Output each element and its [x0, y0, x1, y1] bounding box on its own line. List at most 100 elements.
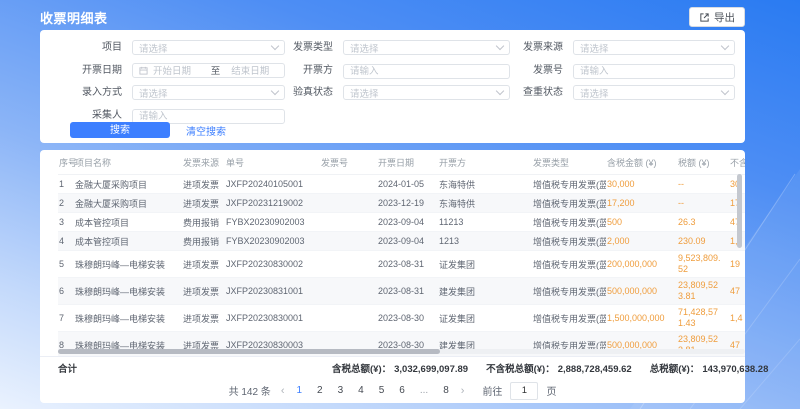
- issue-date-range-picker[interactable]: 开始日期 至 结束日期: [132, 63, 285, 78]
- pagination-page-3[interactable]: 3: [336, 385, 346, 396]
- table-row: 4成本管控项目费用报销FYBX202309020032023-09-041213…: [58, 232, 745, 251]
- page-title: 收票明细表: [40, 8, 108, 27]
- summary-totals: 含税总额(¥)：3,032,699,097.89不含税总额(¥)：2,888,7…: [332, 361, 768, 375]
- summary-item-label: 总税额(¥)：: [650, 364, 700, 375]
- pagination-prev-button[interactable]: ‹: [279, 385, 287, 397]
- entry-method-select[interactable]: 请选择: [132, 85, 285, 100]
- table-row: 3成本管控项目费用报销FYBX202309020032023-09-041121…: [58, 213, 745, 232]
- cell-invoice-type: 增值税专用发票(蓝): [532, 194, 606, 213]
- cell-tax-amount: --: [677, 175, 729, 194]
- clear-search-link[interactable]: 清空搜索: [186, 123, 226, 138]
- verify-status-select-placeholder: 请选择: [350, 86, 497, 100]
- issuer-input[interactable]: [343, 64, 510, 79]
- table-row: 6珠穆朗玛峰—电梯安装进项发票JXFP202308310012023-08-31…: [58, 278, 745, 305]
- cell-issuer: 建发集团: [438, 278, 532, 305]
- cell-invoice-no: [320, 175, 377, 194]
- pagination-next-button[interactable]: ›: [459, 385, 467, 397]
- export-button[interactable]: 导出: [689, 7, 745, 27]
- cell-invoice-type: 增值税专用发票(蓝): [532, 251, 606, 278]
- table-header-row: 序号项目名称发票来源单号发票号开票日期开票方发票类型含税金额 (¥)税额 (¥)…: [58, 150, 745, 175]
- cell-project-name: 珠穆朗玛峰—电梯安装: [74, 305, 182, 332]
- cell-amount-without-tax: 19: [729, 251, 745, 278]
- cell-issuer: 1213: [438, 232, 532, 251]
- cell-invoice-no: [320, 251, 377, 278]
- cell-tax-amount: 26.3: [677, 213, 729, 232]
- pagination-pages: 123456... 8: [294, 385, 450, 396]
- column-header: 不含税金额 (¥): [729, 150, 745, 175]
- cell-row-index: 5: [58, 251, 74, 278]
- pagination-goto-label: 前往: [482, 383, 502, 398]
- cell-invoice-no: [320, 194, 377, 213]
- pagination-ellipsis: ...: [418, 385, 430, 396]
- pagination-total-count: 共 142 条: [229, 383, 271, 398]
- table-scroll-area[interactable]: 序号项目名称发票来源单号发票号开票日期开票方发票类型含税金额 (¥)税额 (¥)…: [58, 150, 745, 356]
- cell-amount-without-tax: 1,4: [729, 305, 745, 332]
- summary-item-value: 2,888,728,459.62: [558, 364, 632, 375]
- invoice-no-input[interactable]: [573, 64, 735, 79]
- cell-invoice-source: 费用报销: [182, 232, 225, 251]
- column-header: 发票号: [320, 150, 377, 175]
- cell-tax-amount: 9,523,809.52: [677, 251, 729, 278]
- summary-item: 不含税总额(¥)：2,888,728,459.62: [486, 361, 632, 375]
- cell-invoice-no: [320, 305, 377, 332]
- cell-invoice-type: 增值税专用发票(蓝): [532, 305, 606, 332]
- pagination-page-8[interactable]: 8: [441, 385, 451, 396]
- pagination-goto-suffix: 页: [546, 383, 556, 398]
- column-header: 项目名称: [74, 150, 182, 175]
- dedup-status-select[interactable]: 请选择: [573, 85, 735, 100]
- cell-amount-with-tax: 17,200: [606, 194, 677, 213]
- filter-label-verify-status: 验真状态: [285, 85, 343, 100]
- filter-label-issue-date: 开票日期: [40, 63, 132, 78]
- chevron-down-icon: [496, 87, 504, 95]
- filter-label-issuer: 开票方: [285, 63, 343, 78]
- project-select[interactable]: 请选择: [132, 40, 285, 55]
- filter-label-collector: 采集人: [40, 108, 132, 123]
- summary-item-value: 143,970,638.28: [702, 364, 768, 375]
- search-button[interactable]: 搜索: [70, 122, 170, 138]
- cell-issue-date: 2023-12-19: [377, 194, 438, 213]
- verify-status-select[interactable]: 请选择: [343, 85, 510, 100]
- cell-invoice-source: 进项发票: [182, 278, 225, 305]
- app-background: 收票明细表 导出 项目 请选择 发票类型 请选择 发票来源 请选择: [0, 0, 800, 409]
- column-header: 单号: [225, 150, 320, 175]
- column-header: 含税金额 (¥): [606, 150, 677, 175]
- cell-order-no: FYBX20230902003: [225, 213, 320, 232]
- project-select-placeholder: 请选择: [139, 41, 272, 55]
- pagination-page-4[interactable]: 4: [356, 385, 366, 396]
- summary-item-label: 不含税总额(¥)：: [486, 364, 555, 375]
- filter-panel: 项目 请选择 发票类型 请选择 发票来源 请选择 开票日期: [40, 30, 745, 143]
- column-header: 开票日期: [377, 150, 438, 175]
- invoice-type-select[interactable]: 请选择: [343, 40, 510, 55]
- pagination-goto-input[interactable]: [510, 382, 538, 400]
- chevron-down-icon: [271, 87, 279, 95]
- pagination-page-2[interactable]: 2: [315, 385, 325, 396]
- cell-order-no: JXFP20230830002: [225, 251, 320, 278]
- cell-issuer: 东海特供: [438, 175, 532, 194]
- cell-order-no: JXFP20231219002: [225, 194, 320, 213]
- horizontal-scrollbar-thumb[interactable]: [58, 349, 440, 354]
- horizontal-scrollbar[interactable]: [58, 349, 745, 354]
- cell-tax-amount: 23,809,523.81: [677, 278, 729, 305]
- pagination-page-1[interactable]: 1: [294, 385, 304, 396]
- filter-label-invoice-type: 发票类型: [285, 40, 343, 55]
- invoice-type-select-placeholder: 请选择: [350, 41, 497, 55]
- column-header: 发票类型: [532, 150, 606, 175]
- top-bar: 收票明细表 导出: [40, 7, 745, 27]
- cell-invoice-type: 增值税专用发票(蓝): [532, 232, 606, 251]
- cell-project-name: 珠穆朗玛峰—电梯安装: [74, 278, 182, 305]
- summary-item: 总税额(¥)：143,970,638.28: [650, 361, 769, 375]
- cell-issue-date: 2023-09-04: [377, 232, 438, 251]
- column-header: 发票来源: [182, 150, 225, 175]
- cell-tax-amount: --: [677, 194, 729, 213]
- cell-amount-with-tax: 1,500,000,000: [606, 305, 677, 332]
- pagination-page-6[interactable]: 6: [397, 385, 407, 396]
- invoice-source-select[interactable]: 请选择: [573, 40, 735, 55]
- pagination-page-5[interactable]: 5: [377, 385, 387, 396]
- cell-issuer: 11213: [438, 213, 532, 232]
- cell-row-index: 6: [58, 278, 74, 305]
- summary-total-label: 合计: [58, 361, 77, 375]
- cell-order-no: JXFP20240105001: [225, 175, 320, 194]
- table-row: 1金融大厦采购项目进项发票JXFP202401050012024-01-05东海…: [58, 175, 745, 194]
- vertical-scrollbar-thumb[interactable]: [737, 174, 742, 248]
- cell-row-index: 1: [58, 175, 74, 194]
